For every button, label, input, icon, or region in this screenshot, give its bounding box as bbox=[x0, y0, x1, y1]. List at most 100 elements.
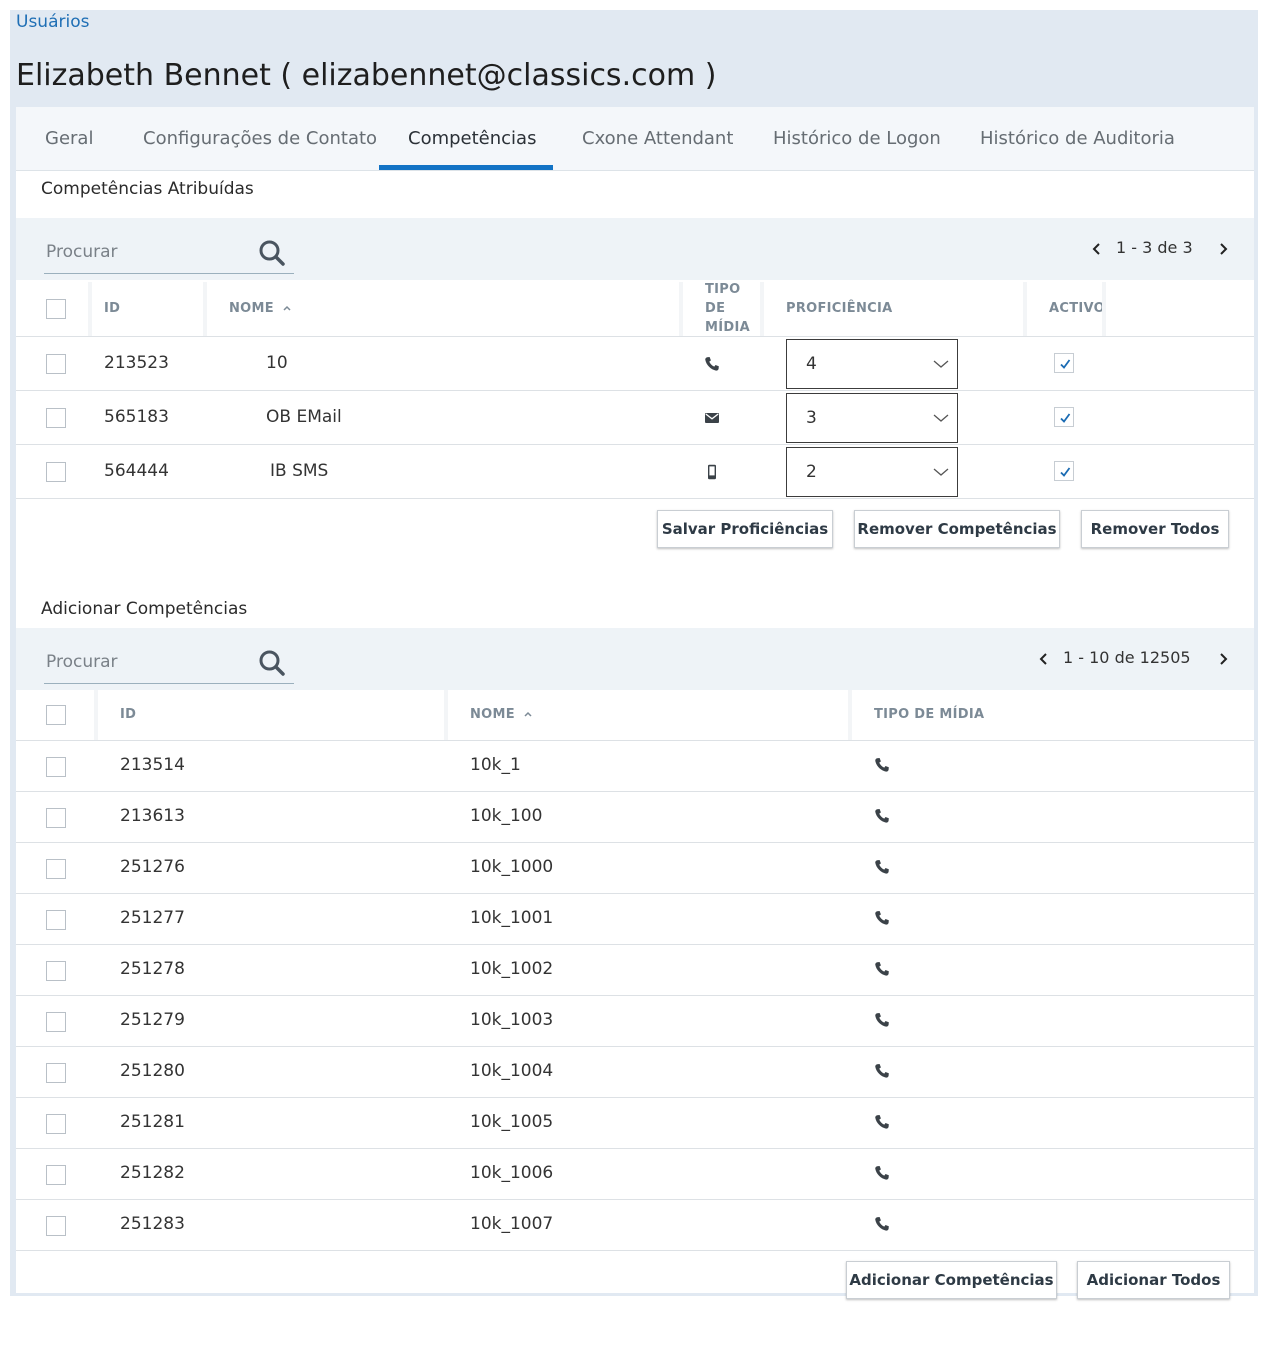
proficiency-select[interactable]: 4 bbox=[786, 339, 958, 389]
mobile-icon bbox=[708, 464, 716, 480]
add-skills-button[interactable]: Adicionar Competências bbox=[846, 1261, 1057, 1299]
row-checkbox[interactable] bbox=[46, 1165, 66, 1185]
add-search-input[interactable] bbox=[44, 649, 249, 675]
divider bbox=[16, 1046, 1254, 1047]
phone-icon bbox=[875, 1064, 889, 1078]
assigned-search-input[interactable] bbox=[44, 239, 249, 265]
row-checkbox[interactable] bbox=[46, 1114, 66, 1134]
sort-ascending-icon bbox=[524, 711, 532, 717]
skill-id: 213523 bbox=[104, 353, 169, 373]
divider bbox=[16, 1148, 1254, 1149]
header-id[interactable]: ID bbox=[104, 299, 120, 318]
divider bbox=[16, 444, 1254, 445]
row-checkbox[interactable] bbox=[46, 1216, 66, 1236]
header-id[interactable]: ID bbox=[120, 705, 136, 724]
search-icon[interactable] bbox=[258, 649, 286, 677]
page-frame: Usuários Elizabeth Bennet ( elizabennet@… bbox=[10, 10, 1258, 1299]
active-checkbox[interactable] bbox=[1054, 353, 1074, 373]
select-all-add-checkbox[interactable] bbox=[46, 705, 66, 725]
remove-all-button[interactable]: Remover Todos bbox=[1081, 510, 1229, 548]
skill-id: 251279 bbox=[120, 1010, 185, 1030]
header-active[interactable]: ACTIVO bbox=[1049, 299, 1105, 318]
skill-name: 10k_1000 bbox=[470, 857, 554, 877]
row-checkbox[interactable] bbox=[46, 808, 66, 828]
sort-ascending-icon bbox=[283, 305, 291, 311]
divider bbox=[16, 336, 1254, 337]
skill-id: 251277 bbox=[120, 908, 185, 928]
phone-icon bbox=[875, 1166, 889, 1180]
skill-name: 10k_1005 bbox=[470, 1112, 554, 1132]
breadcrumb-users[interactable]: Usuários bbox=[16, 12, 89, 32]
header-name[interactable]: NOME bbox=[229, 299, 292, 318]
header-name[interactable]: NOME bbox=[470, 705, 533, 724]
add-all-button[interactable]: Adicionar Todos bbox=[1077, 1261, 1230, 1299]
row-checkbox[interactable] bbox=[46, 1012, 66, 1032]
row-checkbox[interactable] bbox=[46, 408, 66, 428]
add-skills-title: Adicionar Competências bbox=[41, 599, 248, 619]
phone-icon bbox=[875, 1013, 889, 1027]
active-checkbox[interactable] bbox=[1054, 407, 1074, 427]
chevron-right-icon[interactable] bbox=[1216, 650, 1230, 668]
page-title: Elizabeth Bennet ( elizabennet@classics.… bbox=[16, 58, 717, 93]
check-icon bbox=[1060, 359, 1071, 369]
proficiency-select[interactable]: 2 bbox=[786, 447, 958, 497]
tab-contact-settings[interactable]: Configurações de Contato bbox=[143, 107, 377, 171]
tab-general[interactable]: Geral bbox=[45, 107, 93, 171]
email-icon bbox=[705, 413, 719, 423]
save-proficiencies-button[interactable]: Salvar Proficiências bbox=[657, 510, 833, 548]
row-checkbox[interactable] bbox=[46, 462, 66, 482]
skill-name: 10k_1006 bbox=[470, 1163, 554, 1183]
skill-name: OB EMail bbox=[266, 407, 342, 427]
divider bbox=[16, 740, 1254, 741]
row-checkbox[interactable] bbox=[46, 859, 66, 879]
active-checkbox[interactable] bbox=[1054, 461, 1074, 481]
chevron-left-icon[interactable] bbox=[1090, 240, 1104, 258]
divider bbox=[16, 893, 1254, 894]
column-divider bbox=[88, 282, 92, 336]
tab-logon-history[interactable]: Histórico de Logon bbox=[773, 107, 941, 171]
search-icon[interactable] bbox=[258, 239, 286, 267]
select-all-assigned-checkbox[interactable] bbox=[46, 299, 66, 319]
skill-id: 251282 bbox=[120, 1163, 185, 1183]
skill-id: 251283 bbox=[120, 1214, 185, 1234]
assigned-skills-title: Competências Atribuídas bbox=[41, 179, 254, 199]
phone-icon bbox=[875, 1115, 889, 1129]
chevron-right-icon[interactable] bbox=[1216, 240, 1230, 258]
skill-name: 10k_1007 bbox=[470, 1214, 554, 1234]
chevron-left-icon[interactable] bbox=[1037, 650, 1051, 668]
skill-id: 213613 bbox=[120, 806, 185, 826]
divider bbox=[16, 1199, 1254, 1200]
check-icon bbox=[1060, 413, 1071, 423]
header-proficiency[interactable]: PROFICIÊNCIA bbox=[786, 299, 892, 318]
skill-id: 251278 bbox=[120, 959, 185, 979]
header-media-line2: DE bbox=[705, 301, 726, 316]
column-divider bbox=[679, 282, 683, 336]
skill-id: 251281 bbox=[120, 1112, 185, 1132]
row-checkbox[interactable] bbox=[46, 354, 66, 374]
row-checkbox[interactable] bbox=[46, 757, 66, 777]
column-divider bbox=[1023, 282, 1027, 336]
skill-name: 10k_1004 bbox=[470, 1061, 554, 1081]
row-checkbox[interactable] bbox=[46, 961, 66, 981]
remove-skills-button[interactable]: Remover Competências bbox=[854, 510, 1060, 548]
header-media-type[interactable]: TIPO DE MÍDIA bbox=[874, 705, 984, 724]
divider bbox=[16, 842, 1254, 843]
divider bbox=[16, 944, 1254, 945]
skill-name: 10k_1 bbox=[470, 755, 521, 775]
row-checkbox[interactable] bbox=[46, 1063, 66, 1083]
skill-name: 10k_100 bbox=[470, 806, 543, 826]
skill-name: 10k_1001 bbox=[470, 908, 554, 928]
row-checkbox[interactable] bbox=[46, 910, 66, 930]
add-pager-range: 1 - 10 de 12505 bbox=[1063, 648, 1191, 667]
add-search bbox=[44, 639, 294, 684]
phone-icon bbox=[875, 860, 889, 874]
column-divider bbox=[848, 690, 852, 740]
tab-skills[interactable]: Competências bbox=[408, 107, 536, 171]
skill-name: 10k_1003 bbox=[470, 1010, 554, 1030]
proficiency-select[interactable]: 3 bbox=[786, 393, 958, 443]
header-media-type[interactable]: TIPO DE MÍDIA bbox=[705, 280, 750, 337]
tab-audit-history[interactable]: Histórico de Auditoria bbox=[980, 107, 1175, 171]
skill-id: 565183 bbox=[104, 407, 169, 427]
column-divider bbox=[203, 282, 207, 336]
tab-cxone-attendant[interactable]: Cxone Attendant bbox=[582, 107, 733, 171]
